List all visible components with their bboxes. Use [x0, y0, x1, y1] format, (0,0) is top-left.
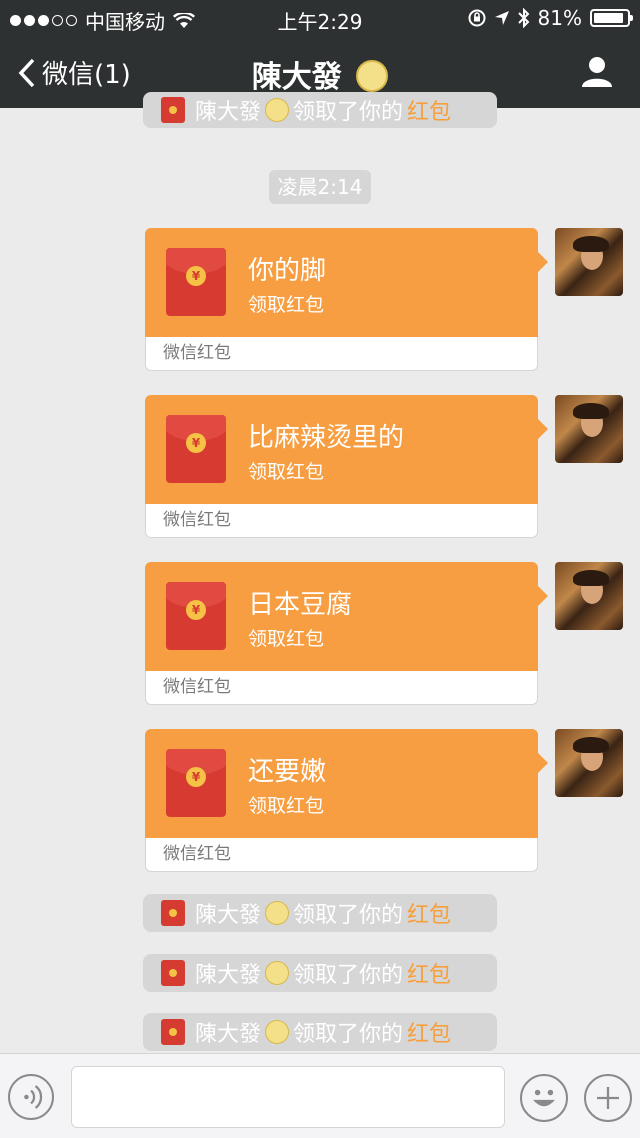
- notice-link[interactable]: 红包: [407, 897, 451, 929]
- red-envelope-icon: ¥: [166, 415, 226, 483]
- red-packet-title: 比麻辣烫里的: [248, 423, 405, 453]
- input-bar: [0, 1053, 640, 1138]
- avatar[interactable]: [555, 729, 623, 797]
- red-envelope-icon: [161, 960, 185, 986]
- notice-name: 陳大發: [195, 963, 262, 988]
- plus-icon[interactable]: [584, 1074, 632, 1122]
- moon-face-emoji-icon: [265, 961, 290, 985]
- notice-name: 陳大發: [195, 903, 262, 928]
- chat-timestamp: 凌晨2:14: [269, 170, 371, 204]
- avatar[interactable]: [555, 395, 623, 463]
- avatar[interactable]: [555, 228, 623, 296]
- red-envelope-icon: [161, 97, 185, 123]
- red-packet-footer: 微信红包: [145, 504, 538, 538]
- red-packet-title: 日本豆腐: [248, 590, 353, 620]
- system-notice-top: 陳大發 领取了你的 红包: [143, 92, 497, 128]
- red-packet-title: 还要嫩: [248, 757, 327, 787]
- battery-icon: [590, 9, 633, 27]
- red-packet-footer: 微信红包: [145, 838, 538, 872]
- location-arrow-icon: [494, 11, 509, 25]
- chat-title-text: 陳大發: [251, 60, 342, 95]
- red-packet-footer: 微信红包: [145, 337, 538, 371]
- message-input[interactable]: [71, 1066, 505, 1128]
- notice-link[interactable]: 红包: [407, 94, 451, 126]
- notice-text: 领取了你的: [293, 1022, 404, 1047]
- status-bar: 中国移动 上午2:29 81%: [0, 0, 640, 36]
- system-notice: 陳大發 领取了你的 红包: [143, 894, 497, 932]
- system-notice: 陳大發 领取了你的 红包: [143, 1013, 497, 1051]
- moon-face-emoji-icon: [356, 59, 389, 92]
- red-packet-body[interactable]: ¥ 比麻辣烫里的 领取红包: [145, 395, 548, 504]
- rotation-lock-icon: [468, 9, 486, 27]
- red-envelope-icon: [161, 1019, 185, 1045]
- red-packet-message[interactable]: ¥ 日本豆腐 领取红包 微信红包: [145, 562, 548, 705]
- red-packet-message[interactable]: ¥ 还要嫩 领取红包 微信红包: [145, 729, 548, 872]
- system-notice: 陳大發 领取了你的 红包: [143, 954, 497, 992]
- notice-link[interactable]: 红包: [407, 957, 451, 989]
- notice-text: 领取了你的: [293, 100, 404, 125]
- red-packet-body[interactable]: ¥ 还要嫩 领取红包: [145, 729, 548, 838]
- battery-percent: 81%: [537, 6, 582, 30]
- moon-face-emoji-icon: [265, 98, 290, 122]
- moon-face-emoji-icon: [265, 1020, 290, 1044]
- notice-link[interactable]: 红包: [407, 1016, 451, 1048]
- red-packet-subtitle: 领取红包: [248, 628, 325, 650]
- red-envelope-icon: ¥: [166, 582, 226, 650]
- red-envelope-icon: ¥: [166, 248, 226, 316]
- red-packet-message[interactable]: ¥ 你的脚 领取红包 微信红包: [145, 228, 548, 371]
- notice-name: 陳大發: [195, 1022, 262, 1047]
- red-packet-body[interactable]: ¥ 你的脚 领取红包: [145, 228, 548, 337]
- red-envelope-icon: [161, 900, 185, 926]
- voice-icon[interactable]: [8, 1074, 54, 1120]
- emoji-icon[interactable]: [520, 1074, 568, 1122]
- red-packet-subtitle: 领取红包: [248, 294, 325, 316]
- status-right: 81%: [468, 6, 633, 30]
- moon-face-emoji-icon: [265, 901, 290, 925]
- red-packet-message[interactable]: ¥ 比麻辣烫里的 领取红包 微信红包: [145, 395, 548, 538]
- red-envelope-icon: ¥: [166, 749, 226, 817]
- avatar[interactable]: [555, 562, 623, 630]
- notice-text: 领取了你的: [293, 903, 404, 928]
- notice-name: 陳大發: [195, 100, 262, 125]
- user-icon[interactable]: [580, 54, 614, 88]
- red-packet-subtitle: 领取红包: [248, 461, 325, 483]
- red-packet-title: 你的脚: [248, 256, 327, 286]
- red-packet-body[interactable]: ¥ 日本豆腐 领取红包: [145, 562, 548, 671]
- red-packet-subtitle: 领取红包: [248, 795, 325, 817]
- bluetooth-icon: [517, 8, 529, 28]
- chat-title: 陳大發: [0, 52, 640, 96]
- notice-text: 领取了你的: [293, 963, 404, 988]
- red-packet-footer: 微信红包: [145, 671, 538, 705]
